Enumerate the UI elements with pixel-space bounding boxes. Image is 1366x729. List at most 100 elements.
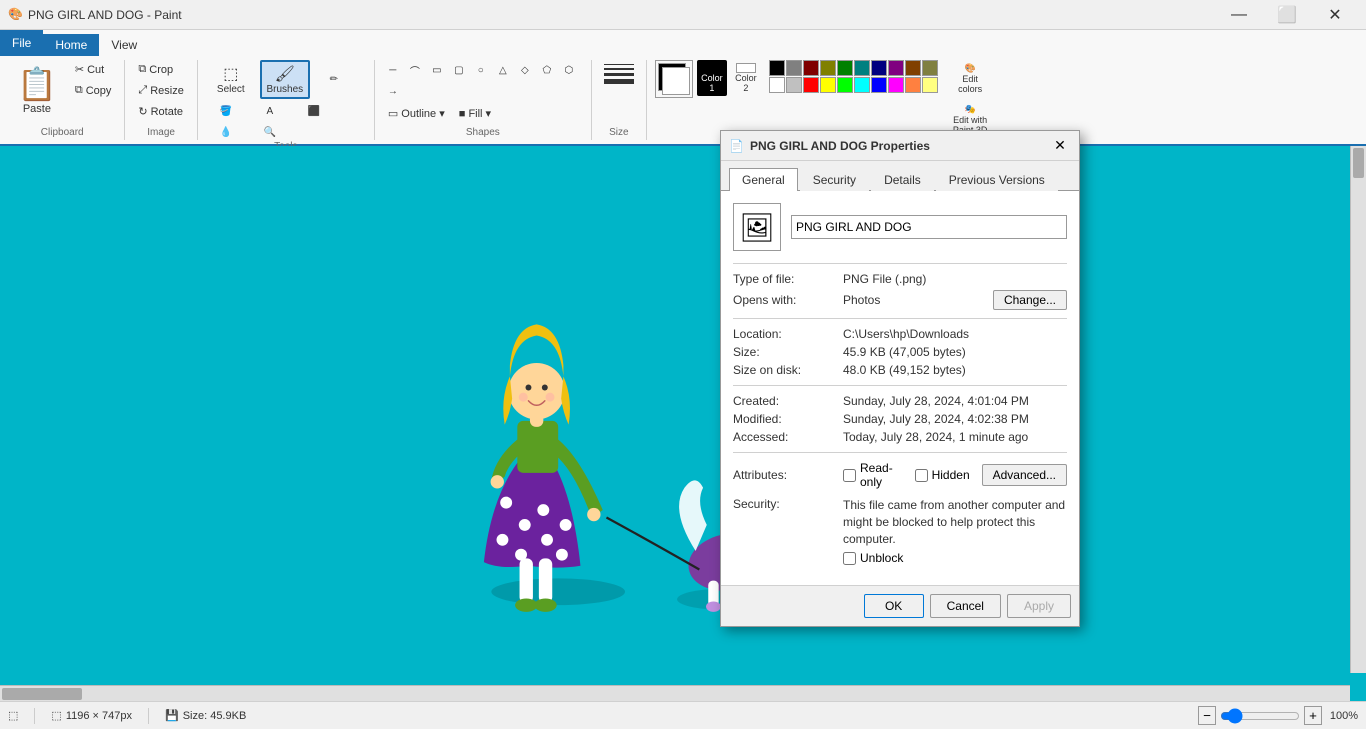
hidden-label[interactable]: Hidden	[932, 468, 970, 482]
eraser-button[interactable]: ⬛	[294, 103, 334, 120]
readonly-label[interactable]: Read-only	[860, 461, 903, 489]
paste-label: Paste	[23, 103, 51, 115]
location-label: Location:	[733, 327, 843, 341]
cancel-button[interactable]: Cancel	[930, 594, 1001, 618]
shape-roundrect[interactable]: ▢	[449, 60, 469, 81]
scroll-thumb-vertical[interactable]	[1353, 148, 1364, 178]
scroll-bar-horizontal[interactable]	[0, 685, 1350, 701]
color-swatch[interactable]	[655, 60, 693, 98]
color-cell-4[interactable]	[837, 60, 853, 76]
separator-1	[733, 263, 1067, 264]
shape-options: ▭ Outline ▾ ■ Fill ▾	[383, 104, 583, 123]
zoom-slider[interactable]	[1220, 708, 1300, 724]
shape-diamond[interactable]: ◇	[515, 60, 535, 81]
color-cell-7[interactable]	[888, 60, 904, 76]
color2-swatch	[662, 67, 690, 95]
tab-view[interactable]: View	[99, 34, 149, 56]
unblock-checkbox[interactable]	[843, 552, 856, 565]
copy-button[interactable]: ⧉ Copy	[70, 81, 117, 100]
close-button[interactable]: ✕	[1312, 0, 1358, 30]
readonly-checkbox[interactable]	[843, 469, 856, 482]
pencil-button[interactable]: ✏	[314, 60, 354, 99]
tab-file[interactable]: File	[0, 30, 43, 56]
color-cell-8[interactable]	[905, 60, 921, 76]
color-cell-9[interactable]	[922, 60, 938, 76]
image-group-label: Image	[147, 127, 175, 140]
shape-arrow[interactable]: →	[383, 83, 403, 100]
color1-button[interactable]: Color 1	[697, 60, 727, 96]
color-cell-10[interactable]	[769, 77, 785, 93]
filename-input[interactable]	[791, 215, 1067, 239]
picker-button[interactable]: 💧	[206, 124, 246, 141]
dialog-tab-security[interactable]: Security	[800, 168, 869, 191]
dialog-close-button[interactable]: ✕	[1049, 135, 1071, 157]
color-cell-14[interactable]	[837, 77, 853, 93]
crop-button[interactable]: ⧉ Crop	[133, 60, 188, 79]
color-cell-1[interactable]	[786, 60, 802, 76]
window-controls: — ⬜ ✕	[1216, 0, 1358, 30]
edit-colors-button[interactable]: 🎨 Edit colors	[946, 60, 995, 97]
tab-home[interactable]: Home	[43, 34, 99, 56]
security-row: Security: This file came from another co…	[733, 497, 1067, 565]
paste-button[interactable]: 📋 Paste	[8, 60, 66, 120]
status-dimensions-section: ⬚ 1196 × 747px	[51, 709, 132, 722]
stroke-3[interactable]	[604, 73, 634, 76]
stroke-2[interactable]	[604, 68, 634, 70]
change-button[interactable]: Change...	[993, 290, 1067, 310]
dialog-tab-general[interactable]: General	[729, 168, 798, 191]
type-value: PNG File (.png)	[843, 272, 1067, 286]
shape-hexagon[interactable]: ⬡	[559, 60, 579, 81]
shape-rect[interactable]: ▭	[427, 60, 447, 81]
dialog-tab-details[interactable]: Details	[871, 168, 934, 191]
color-cell-5[interactable]	[854, 60, 870, 76]
advanced-button[interactable]: Advanced...	[982, 464, 1067, 486]
maximize-button[interactable]: ⬜	[1264, 0, 1310, 30]
color-cell-12[interactable]	[803, 77, 819, 93]
color-cell-6[interactable]	[871, 60, 887, 76]
resize-button[interactable]: ⤢ Resize	[133, 81, 188, 100]
cut-button[interactable]: ✂ Cut	[70, 60, 117, 79]
select-button[interactable]: ⬚ Select	[206, 60, 256, 99]
location-row: Location: C:\Users\hp\Downloads	[733, 327, 1067, 341]
color-cell-17[interactable]	[888, 77, 904, 93]
fill-shape-button[interactable]: ■ Fill ▾	[454, 104, 496, 123]
color-cell-2[interactable]	[803, 60, 819, 76]
file-type-icon: 🖼	[739, 211, 775, 244]
shape-line[interactable]: ─	[383, 60, 403, 81]
size-strokes	[600, 60, 638, 88]
dialog-tab-previous-versions[interactable]: Previous Versions	[936, 168, 1058, 191]
text-button[interactable]: A	[250, 103, 290, 120]
scroll-bar-vertical[interactable]	[1350, 146, 1366, 673]
color-cell-11[interactable]	[786, 77, 802, 93]
shape-triangle[interactable]: △	[493, 60, 513, 81]
color2-button[interactable]: Color 2	[731, 60, 761, 96]
ok-button[interactable]: OK	[864, 594, 924, 618]
scroll-thumb-horizontal[interactable]	[2, 688, 82, 700]
color-cell-0[interactable]	[769, 60, 785, 76]
shape-ellipse[interactable]: ○	[471, 60, 491, 81]
minimize-button[interactable]: —	[1216, 0, 1262, 30]
color-cell-18[interactable]	[905, 77, 921, 93]
color-cell-16[interactable]	[871, 77, 887, 93]
color-cell-3[interactable]	[820, 60, 836, 76]
dialog-tabs: General Security Details Previous Versio…	[721, 161, 1079, 191]
crop-icon: ⧉	[138, 63, 146, 76]
color-cell-19[interactable]	[922, 77, 938, 93]
dimensions-icon: ⬚	[51, 709, 61, 722]
fill-button[interactable]: 🪣	[206, 103, 246, 120]
zoom-in-button[interactable]: +	[1304, 706, 1322, 725]
apply-button[interactable]: Apply	[1007, 594, 1071, 618]
color-cell-13[interactable]	[820, 77, 836, 93]
rotate-button[interactable]: ↻ Rotate	[133, 102, 188, 121]
brushes-button[interactable]: 🖌 Brushes	[260, 60, 310, 99]
unblock-label[interactable]: Unblock	[860, 551, 903, 565]
color-cell-15[interactable]	[854, 77, 870, 93]
stroke-1[interactable]	[604, 64, 634, 65]
hidden-checkbox[interactable]	[915, 469, 928, 482]
outline-button[interactable]: ▭ Outline ▾	[383, 104, 450, 123]
zoom-out-button[interactable]: −	[1198, 706, 1216, 725]
shape-curve[interactable]: ⌒	[405, 60, 425, 81]
zoom-tool-button[interactable]: 🔍	[250, 124, 290, 141]
stroke-4[interactable]	[604, 79, 634, 84]
shape-pentagon[interactable]: ⬠	[537, 60, 557, 81]
